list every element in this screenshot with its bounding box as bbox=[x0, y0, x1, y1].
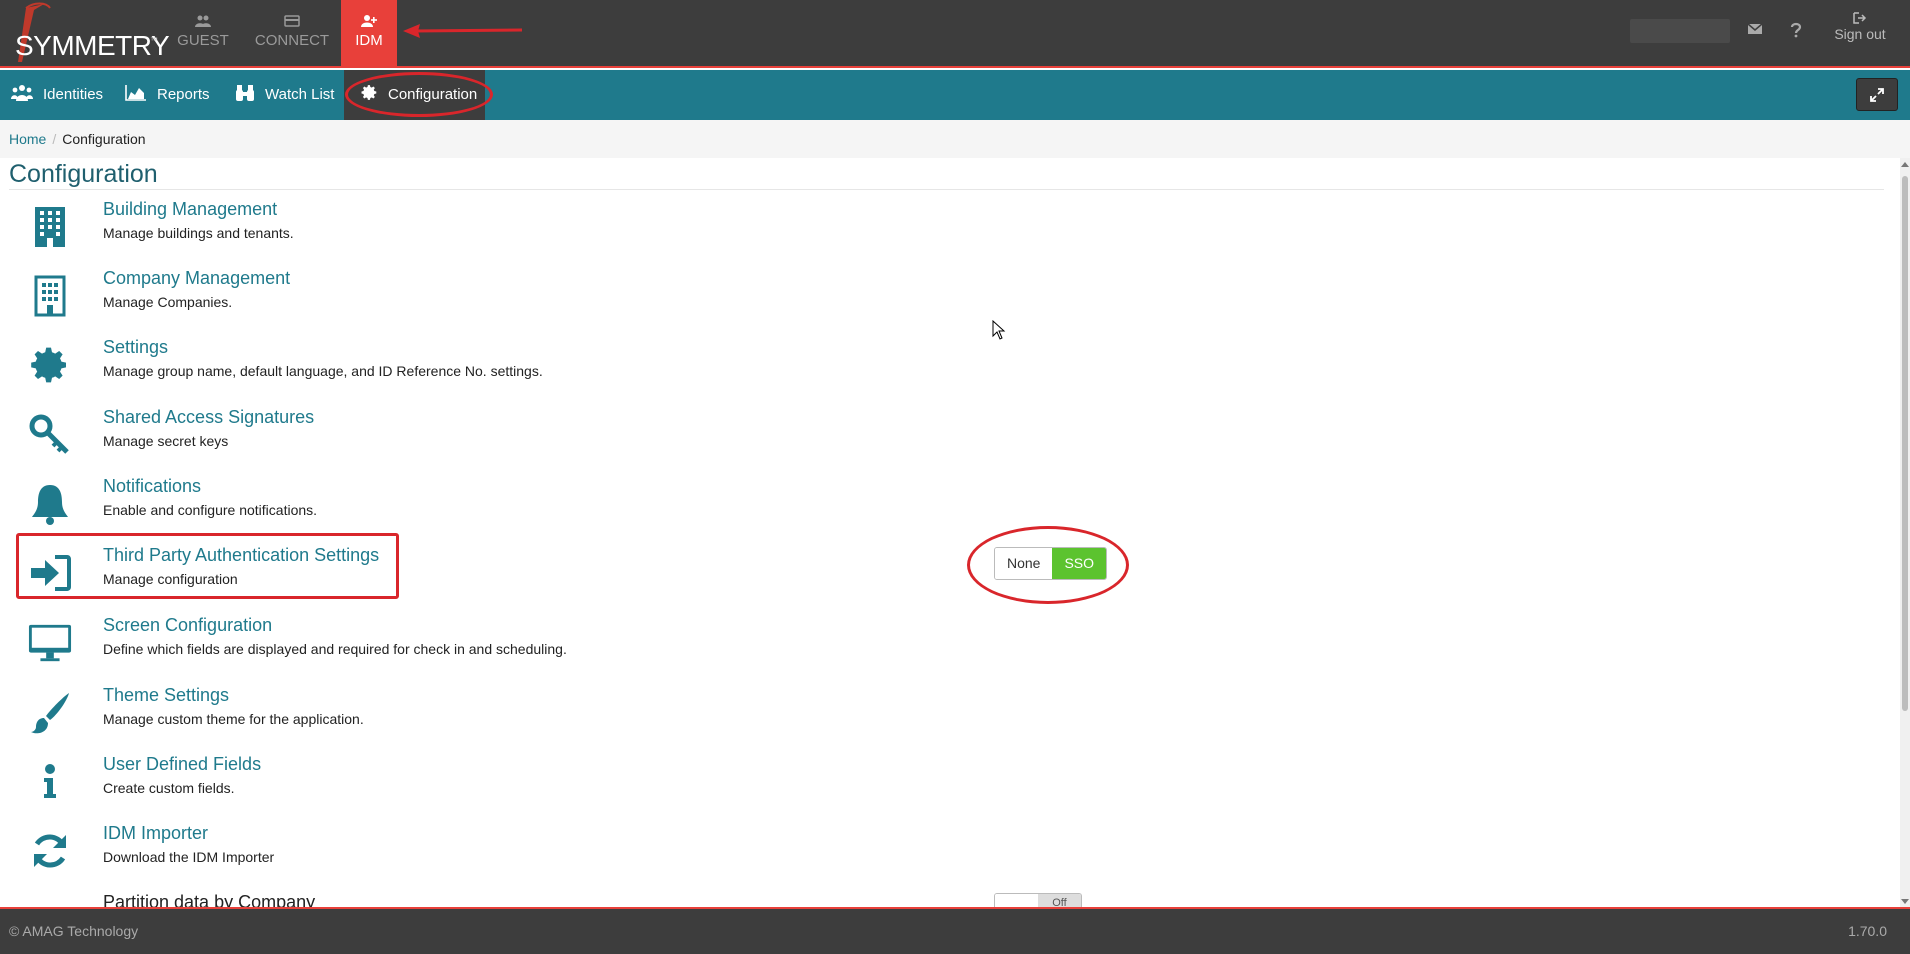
page-title: Configuration bbox=[9, 160, 158, 188]
sign-out-button[interactable]: Sign out bbox=[1832, 12, 1888, 42]
card-icon bbox=[284, 15, 300, 27]
top-bar: SYMMETRY ™ GUEST CONNECT IDM Sign out bbox=[0, 0, 1910, 68]
fullscreen-button[interactable] bbox=[1856, 78, 1898, 111]
footer: © AMAG Technology 1.70.0 bbox=[0, 907, 1910, 954]
breadcrumb: Home / Configuration bbox=[0, 120, 1910, 158]
key-icon bbox=[28, 413, 72, 457]
annotation-ellipse-configuration bbox=[345, 72, 493, 117]
help-icon[interactable] bbox=[1790, 22, 1802, 38]
config-item-description: Manage secret keys bbox=[103, 433, 229, 449]
config-item-name[interactable]: Company Management bbox=[103, 268, 290, 289]
annotation-ellipse-toggle bbox=[967, 526, 1129, 604]
nav-reports[interactable]: Reports bbox=[125, 70, 210, 120]
config-item-company-management[interactable]: Company Management Manage Companies. bbox=[0, 268, 1000, 328]
footer-copyright: © AMAG Technology bbox=[9, 923, 139, 939]
annotation-rect-third-party-auth bbox=[16, 533, 399, 599]
config-item-name[interactable]: Theme Settings bbox=[103, 685, 229, 706]
app-guest[interactable]: GUEST bbox=[172, 0, 234, 67]
toggle-option-off[interactable]: Off bbox=[1038, 894, 1081, 907]
sign-out-icon bbox=[1853, 12, 1867, 24]
app-guest-label: GUEST bbox=[177, 32, 229, 49]
config-item-user-defined-fields[interactable]: User Defined Fields Create custom fields… bbox=[0, 754, 1000, 814]
config-item-name[interactable]: Settings bbox=[103, 337, 168, 358]
sign-out-label: Sign out bbox=[1834, 26, 1886, 42]
config-item-description: Download the IDM Importer bbox=[103, 849, 275, 865]
app-idm-label: IDM bbox=[355, 32, 383, 49]
app-idm[interactable]: IDM bbox=[341, 0, 397, 67]
bell-icon bbox=[28, 482, 72, 526]
paintbrush-icon bbox=[28, 691, 72, 735]
config-item-theme-settings[interactable]: Theme Settings Manage custom theme for t… bbox=[0, 685, 1000, 745]
config-item-name[interactable]: Shared Access Signatures bbox=[103, 407, 314, 428]
config-item-shared-access-signatures[interactable]: Shared Access Signatures Manage secret k… bbox=[0, 407, 1000, 467]
nav-identities[interactable]: Identities bbox=[11, 70, 103, 120]
users-icon bbox=[195, 15, 211, 27]
config-item-description: Manage custom theme for the application. bbox=[103, 711, 364, 727]
config-item-name[interactable]: User Defined Fields bbox=[103, 754, 261, 775]
refresh-icon bbox=[28, 829, 72, 873]
footer-version: 1.70.0 bbox=[1848, 923, 1887, 939]
vertical-scrollbar[interactable] bbox=[1900, 158, 1910, 908]
user-plus-icon bbox=[361, 15, 377, 27]
nav-watch-list[interactable]: Watch List bbox=[235, 70, 334, 120]
config-item-name[interactable]: Partition data by Company bbox=[103, 892, 315, 907]
annotation-arrow bbox=[403, 24, 523, 38]
scroll-thumb[interactable] bbox=[1902, 176, 1908, 711]
config-item-idm-importer[interactable]: IDM Importer Download the IDM Importer bbox=[0, 823, 1000, 883]
config-item-partition-data[interactable]: Partition data by Company bbox=[0, 892, 1000, 907]
app-connect-label: CONNECT bbox=[254, 32, 330, 49]
config-item-screen-configuration[interactable]: Screen Configuration Define which fields… bbox=[0, 615, 1000, 675]
breadcrumb-home[interactable]: Home bbox=[9, 131, 46, 147]
gear-icon bbox=[28, 343, 72, 387]
partition-toggle[interactable]: Off bbox=[994, 893, 1082, 907]
nav-watch-list-label: Watch List bbox=[265, 86, 335, 103]
scroll-down-arrow-icon[interactable] bbox=[1901, 899, 1909, 904]
config-item-description: Create custom fields. bbox=[103, 780, 235, 796]
area-chart-icon bbox=[125, 85, 146, 101]
office-building-icon bbox=[28, 274, 72, 318]
title-divider bbox=[9, 189, 1884, 190]
config-item-description: Define which fields are displayed and re… bbox=[103, 641, 567, 657]
config-item-building-management[interactable]: Building Management Manage buildings and… bbox=[0, 199, 1000, 259]
mouse-cursor-icon bbox=[992, 320, 1006, 340]
nav-identities-label: Identities bbox=[43, 86, 104, 103]
app-connect[interactable]: CONNECT bbox=[252, 0, 332, 67]
toggle-option-on[interactable] bbox=[995, 894, 1038, 907]
building-icon bbox=[28, 205, 72, 249]
info-icon bbox=[28, 760, 72, 804]
logo-text: SYMMETRY bbox=[15, 30, 170, 61]
config-item-notifications[interactable]: Notifications Enable and configure notif… bbox=[0, 476, 1000, 536]
config-item-description: Enable and configure notifications. bbox=[103, 502, 318, 518]
logo-trademark: ™ bbox=[150, 36, 158, 45]
symmetry-logo[interactable]: SYMMETRY ™ bbox=[4, 0, 170, 68]
user-name-box[interactable] bbox=[1630, 19, 1730, 43]
config-item-name[interactable]: Building Management bbox=[103, 199, 277, 220]
expand-icon bbox=[1870, 87, 1884, 102]
config-item-description: Manage Companies. bbox=[103, 294, 233, 310]
breadcrumb-current: Configuration bbox=[62, 131, 146, 147]
circle-icon bbox=[28, 896, 72, 907]
config-item-description: Manage buildings and tenants. bbox=[103, 225, 294, 241]
config-item-name[interactable]: Notifications bbox=[103, 476, 201, 497]
breadcrumb-separator: / bbox=[52, 131, 57, 147]
binoculars-icon bbox=[236, 85, 254, 101]
config-item-description: Manage group name, default language, and… bbox=[103, 363, 543, 379]
module-nav: Identities Reports Watch List Configurat… bbox=[0, 70, 1910, 120]
monitor-icon bbox=[28, 621, 72, 665]
nav-reports-label: Reports bbox=[157, 86, 210, 103]
config-item-name[interactable]: IDM Importer bbox=[103, 823, 208, 844]
config-item-settings[interactable]: Settings Manage group name, default lang… bbox=[0, 337, 1000, 397]
scroll-up-arrow-icon[interactable] bbox=[1901, 162, 1909, 167]
envelope-icon[interactable] bbox=[1747, 22, 1763, 36]
config-item-name[interactable]: Screen Configuration bbox=[103, 615, 272, 636]
users-icon bbox=[11, 85, 33, 101]
